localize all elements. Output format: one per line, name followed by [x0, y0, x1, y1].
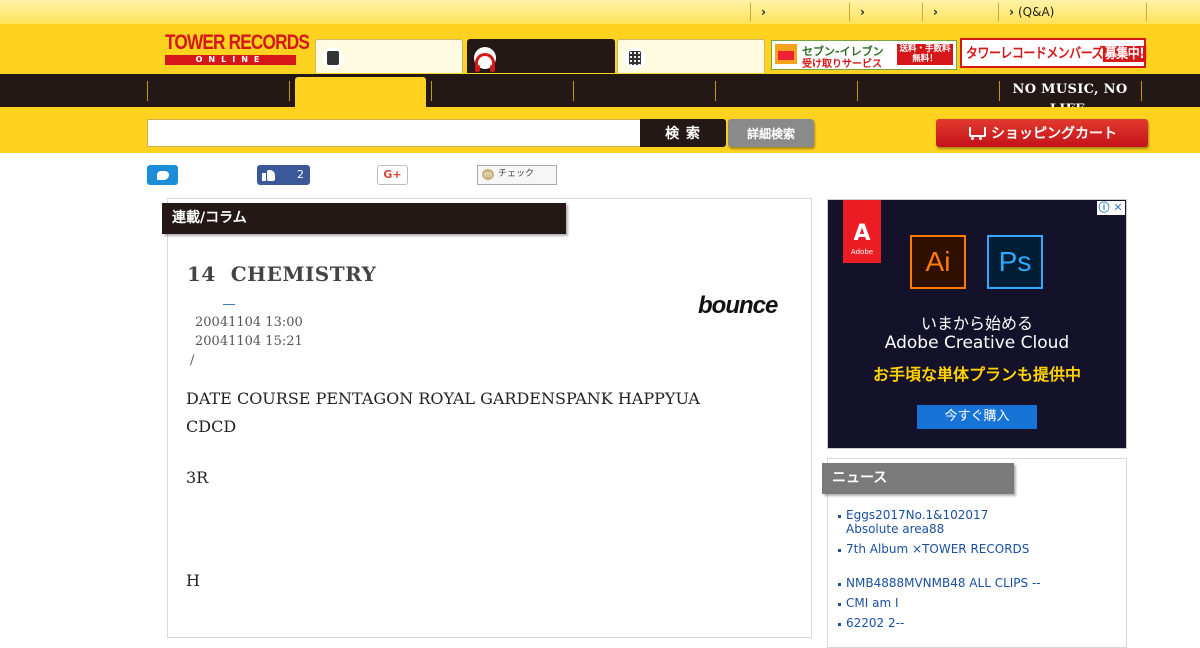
bullet-icon — [838, 583, 841, 586]
chevron-right-icon: › — [860, 5, 865, 19]
bullet-icon — [838, 549, 841, 552]
cart-icon — [967, 126, 986, 140]
utility-link-3[interactable]: › — [922, 3, 999, 21]
facebook-like-button[interactable]: 2 — [257, 165, 310, 185]
phone-icon — [322, 47, 344, 69]
advanced-search-button[interactable]: 詳細検索 — [728, 119, 814, 147]
category-separator: / — [190, 353, 195, 368]
gift-box-icon — [775, 44, 797, 64]
headphones-icon — [474, 47, 496, 72]
bullet-icon — [838, 603, 841, 606]
search-button[interactable]: 検 索 — [640, 119, 726, 147]
news-item[interactable]: 7th Album ×TOWER RECORDS — [846, 542, 1029, 556]
news-item[interactable]: CMI am I — [846, 596, 898, 610]
nav-item-active[interactable] — [295, 77, 426, 107]
news-label: ニュース — [822, 463, 1014, 494]
nav-divider — [147, 81, 148, 101]
nav-divider — [999, 81, 1000, 101]
adobe-ad-banner[interactable]: A Adobe ⓘ ✕ Ai Ps いまから始める Adobe Creative … — [827, 199, 1127, 449]
news-item[interactable]: 62202 2-- — [846, 616, 904, 630]
news-item[interactable]: Eggs2017No.1&102017 — [846, 508, 988, 522]
chevron-right-icon: › — [933, 5, 938, 19]
ad-info-icon[interactable]: ⓘ — [1097, 201, 1111, 215]
news-item[interactable]: NMB4888MVNMB48 ALL CLIPS -- — [846, 576, 1041, 590]
nav-divider — [289, 81, 290, 101]
published-date: 20041104 13:00 — [195, 315, 303, 330]
tab-music[interactable] — [467, 39, 615, 73]
twitter-share-button[interactable] — [147, 165, 178, 185]
utility-divider — [1146, 3, 1147, 21]
shopping-cart-button[interactable]: ショッピングカート — [936, 119, 1148, 147]
article-title: 14 CHEMISTRY — [187, 262, 377, 286]
illustrator-icon: Ai — [910, 235, 966, 289]
ad-offer: お手頃な単体プランも提供中 — [872, 365, 1081, 384]
section-label: 連載/コラム — [162, 203, 566, 234]
article-paragraph: H — [186, 571, 200, 590]
chevron-right-icon: › — [1009, 5, 1014, 19]
utility-link-2[interactable]: › — [849, 3, 933, 21]
ad-close-icon[interactable]: ✕ — [1111, 201, 1125, 215]
seven-eleven-pickup-banner[interactable]: セブン-イレブン 受け取りサービス 送料・手数料無料！ — [771, 40, 957, 70]
updated-date: 20041104 15:21 — [195, 334, 303, 349]
article-paragraph: 3R — [186, 468, 209, 487]
bullet-icon — [838, 623, 841, 626]
author-link-underline[interactable] — [223, 304, 235, 305]
nav-divider — [1141, 81, 1142, 101]
calculator-icon — [624, 47, 646, 69]
google-plus-button[interactable]: G+ — [377, 165, 408, 185]
ad-product-name: Adobe Creative Cloud — [884, 333, 1070, 353]
ad-buy-now-button[interactable]: 今すぐ購入 — [917, 405, 1037, 429]
tab-mobile[interactable] — [315, 39, 463, 73]
adobe-logo: A Adobe — [843, 200, 881, 263]
tab-tools[interactable] — [617, 39, 765, 73]
mixi-check-button[interactable]: m チェック — [477, 165, 557, 185]
bounce-logo: bounce — [698, 292, 778, 319]
nav-divider — [431, 81, 432, 101]
article-paragraph: CDCD — [186, 417, 237, 436]
like-count: 2 — [297, 168, 304, 181]
nav-divider — [573, 81, 574, 101]
nav-divider — [715, 81, 716, 101]
thumbs-up-icon — [262, 168, 275, 181]
bullet-icon — [838, 515, 841, 518]
members-recruitment-banner[interactable]: タワーレコードメンバーズ 募集中! — [960, 38, 1146, 68]
chevron-right-icon: › — [761, 5, 766, 19]
search-input[interactable] — [147, 119, 641, 147]
article-paragraph: DATE COURSE PENTAGON ROYAL GARDENSPANK H… — [186, 389, 700, 408]
utility-link-faq[interactable]: › (Q&A) — [998, 3, 1147, 21]
ad-headline: いまから始める — [920, 314, 1033, 333]
tower-records-logo[interactable]: TOWER RECORDS ONLINE — [165, 32, 310, 66]
utility-link-1[interactable]: › — [750, 3, 850, 21]
photoshop-icon: Ps — [987, 235, 1043, 289]
news-item[interactable]: Absolute area88 — [846, 522, 944, 536]
nav-divider — [857, 81, 858, 101]
mixi-icon: m — [482, 169, 494, 180]
